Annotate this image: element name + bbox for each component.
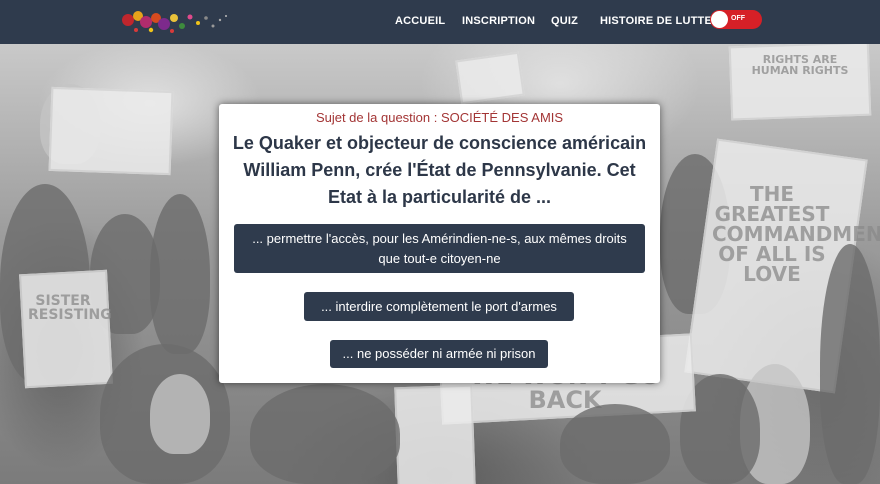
site-logo[interactable] <box>118 6 238 38</box>
top-navbar: ACCUEIL INSCRIPTION QUIZ HISTOIRE DE LUT… <box>0 0 880 44</box>
answer-label-2: ... interdire complètement le port d'arm… <box>321 298 557 314</box>
protest-sign-right-text: THE GREATEST COMMANDMENT OF ALL IS LOVE <box>712 182 880 286</box>
toggle-knob <box>711 11 728 28</box>
nav-link-inscription[interactable]: INSCRIPTION <box>462 15 535 27</box>
question-subject: Sujet de la question : SOCIÉTÉ DES AMIS <box>315 110 564 125</box>
logo-graphic <box>122 11 227 33</box>
protest-sign-right-top-text: RIGHTS ARE HUMAN RIGHTS <box>751 53 849 77</box>
answer-button-1[interactable]: ... permettre l'accès, pour les Amérindi… <box>234 224 645 273</box>
protest-sign-left <box>19 269 113 389</box>
toggle-state-label: OFF <box>731 15 745 22</box>
quiz-question-card: Sujet de la question : SOCIÉTÉ DES AMIS … <box>219 104 660 383</box>
protest-sign-left-text: SISTER RESISTING <box>28 293 112 323</box>
nav-link-accueil[interactable]: ACCUEIL <box>395 15 445 27</box>
question-text: Le Quaker et objecteur de conscience amé… <box>232 133 647 207</box>
answer-button-2[interactable]: ... interdire complètement le port d'arm… <box>304 292 574 321</box>
nav-link-histoire-de-lutte[interactable]: HISTOIRE DE LUTTE <box>600 15 712 27</box>
answer-label-3: ... ne posséder ni armée ni prison <box>342 346 536 361</box>
nav-link-quiz[interactable]: QUIZ <box>551 15 578 27</box>
answer-label-1: ... permettre l'accès, pour les Amérindi… <box>252 230 627 266</box>
theme-toggle-switch[interactable]: OFF <box>710 10 762 29</box>
answer-button-3[interactable]: ... ne posséder ni armée ni prison <box>330 340 548 368</box>
